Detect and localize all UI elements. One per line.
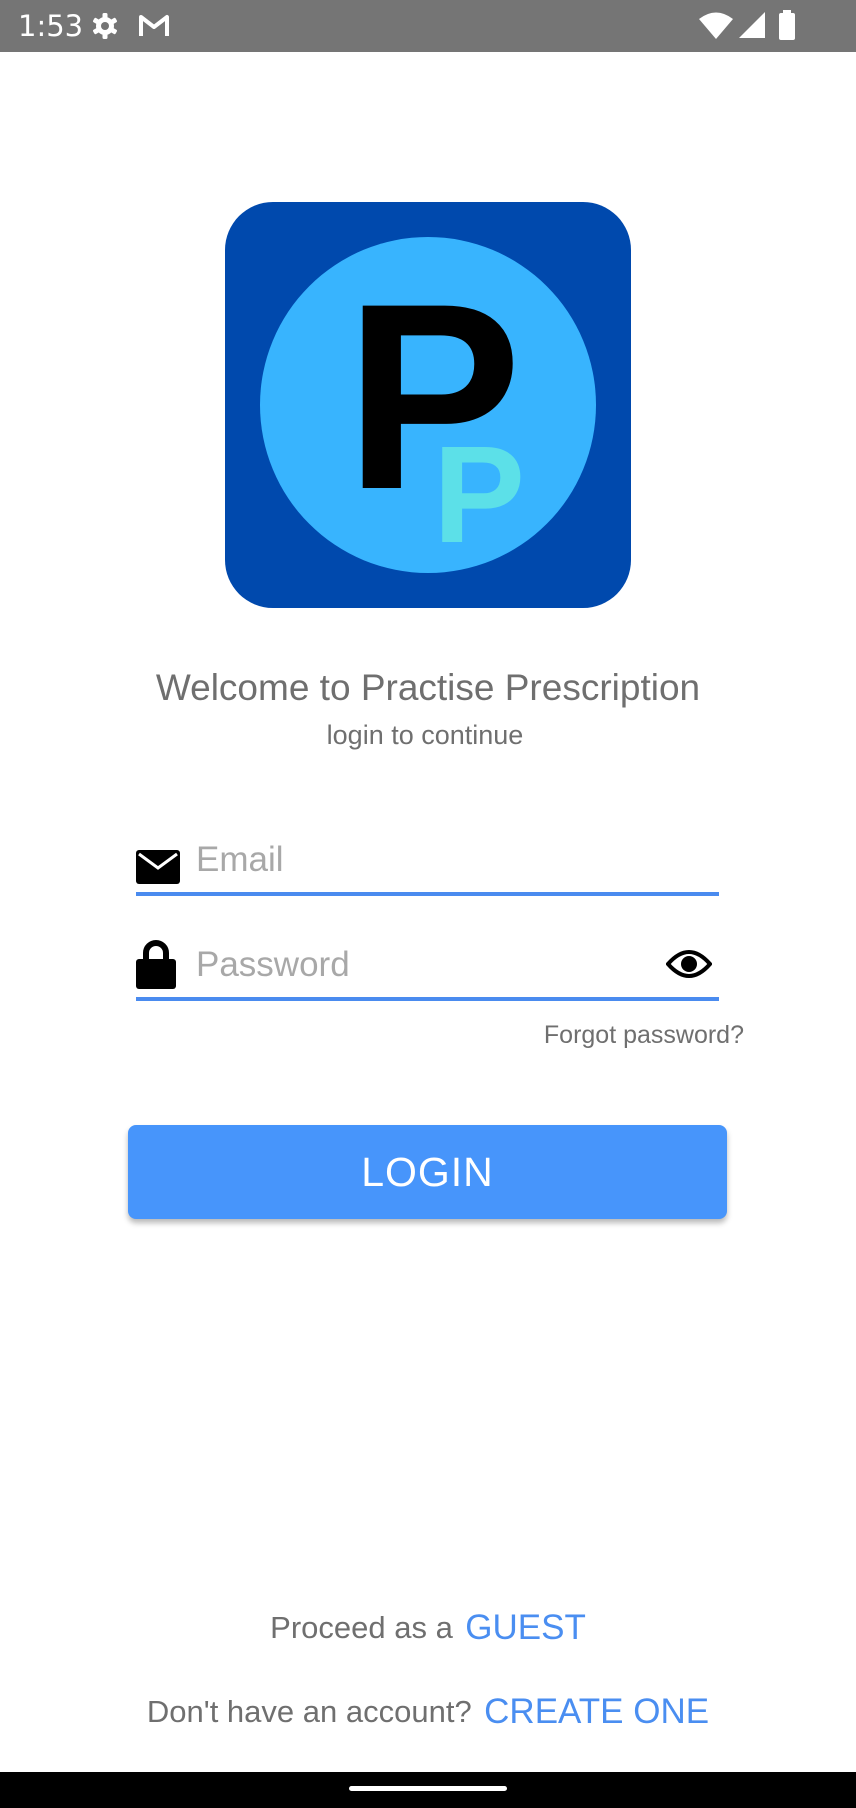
lock-icon [136,940,176,989]
guest-link[interactable]: GUEST [465,1608,586,1647]
signup-prompt-row: Don't have an account? CREATE ONE [0,1692,856,1732]
gear-icon [93,13,117,39]
create-account-link[interactable]: CREATE ONE [484,1692,709,1731]
welcome-title: Welcome to Practise Prescription [155,667,701,708]
home-gesture-handle[interactable] [349,1786,507,1791]
forgot-password-link[interactable]: Forgot password? [544,1018,744,1052]
logo-letter-small: P [433,418,525,572]
app-logo: P P [225,202,631,608]
welcome-subtitle: login to continue [326,720,524,750]
login-button[interactable]: LOGIN [128,1125,727,1219]
email-input[interactable] [196,832,711,888]
navigation-bar [0,1772,856,1808]
envelope-icon [136,850,180,884]
email-field[interactable] [136,832,719,896]
guest-prompt-row: Proceed as a GUEST [0,1608,856,1648]
signup-prompt-text: Don't have an account? [146,1694,472,1729]
login-screen: 1:53 P P Welcome to Practise Prescriptio… [0,0,856,1808]
status-bar: 1:53 [0,0,856,52]
cell-signal-icon [739,12,765,38]
password-input[interactable] [196,937,656,993]
gmail-icon [139,15,169,36]
guest-prompt-text: Proceed as a [270,1610,453,1645]
wifi-icon [699,12,733,39]
password-field[interactable] [136,937,719,1001]
eye-icon[interactable] [666,949,712,979]
status-time: 1:53 [18,9,84,43]
battery-icon [779,10,795,40]
